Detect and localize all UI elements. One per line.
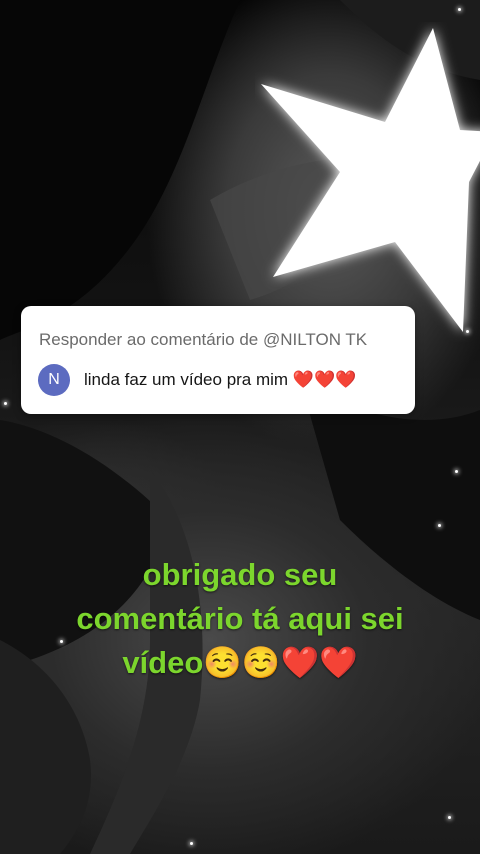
comment-text: linda faz um vídeo pra mim ❤️❤️❤️ xyxy=(84,370,357,389)
reply-header: Responder ao comentário de @NILTON TK xyxy=(39,330,368,349)
reply-comment-card[interactable]: Responder ao comentário de @NILTON TK N … xyxy=(21,306,415,414)
sparkle-icon xyxy=(4,402,7,405)
video-frame[interactable]: Responder ao comentário de @NILTON TK N … xyxy=(0,0,480,854)
sparkle-icon xyxy=(448,816,451,819)
comment-row: N linda faz um vídeo pra mim ❤️❤️❤️ xyxy=(38,364,356,396)
star-icon xyxy=(261,28,480,332)
sparkle-icon xyxy=(458,8,461,11)
sparkle-icon xyxy=(190,842,193,845)
caption-line-2: comentário tá aqui sei xyxy=(76,601,404,636)
video-caption: obrigado seu comentário tá aqui sei víde… xyxy=(0,553,480,685)
sparkle-icon xyxy=(466,330,469,333)
sparkle-icon xyxy=(438,524,441,527)
avatar[interactable]: N xyxy=(38,364,70,396)
sparkle-icon xyxy=(455,470,458,473)
caption-line-1: obrigado seu xyxy=(142,557,338,592)
caption-line-3: vídeo☺️☺️❤️❤️ xyxy=(122,645,358,680)
